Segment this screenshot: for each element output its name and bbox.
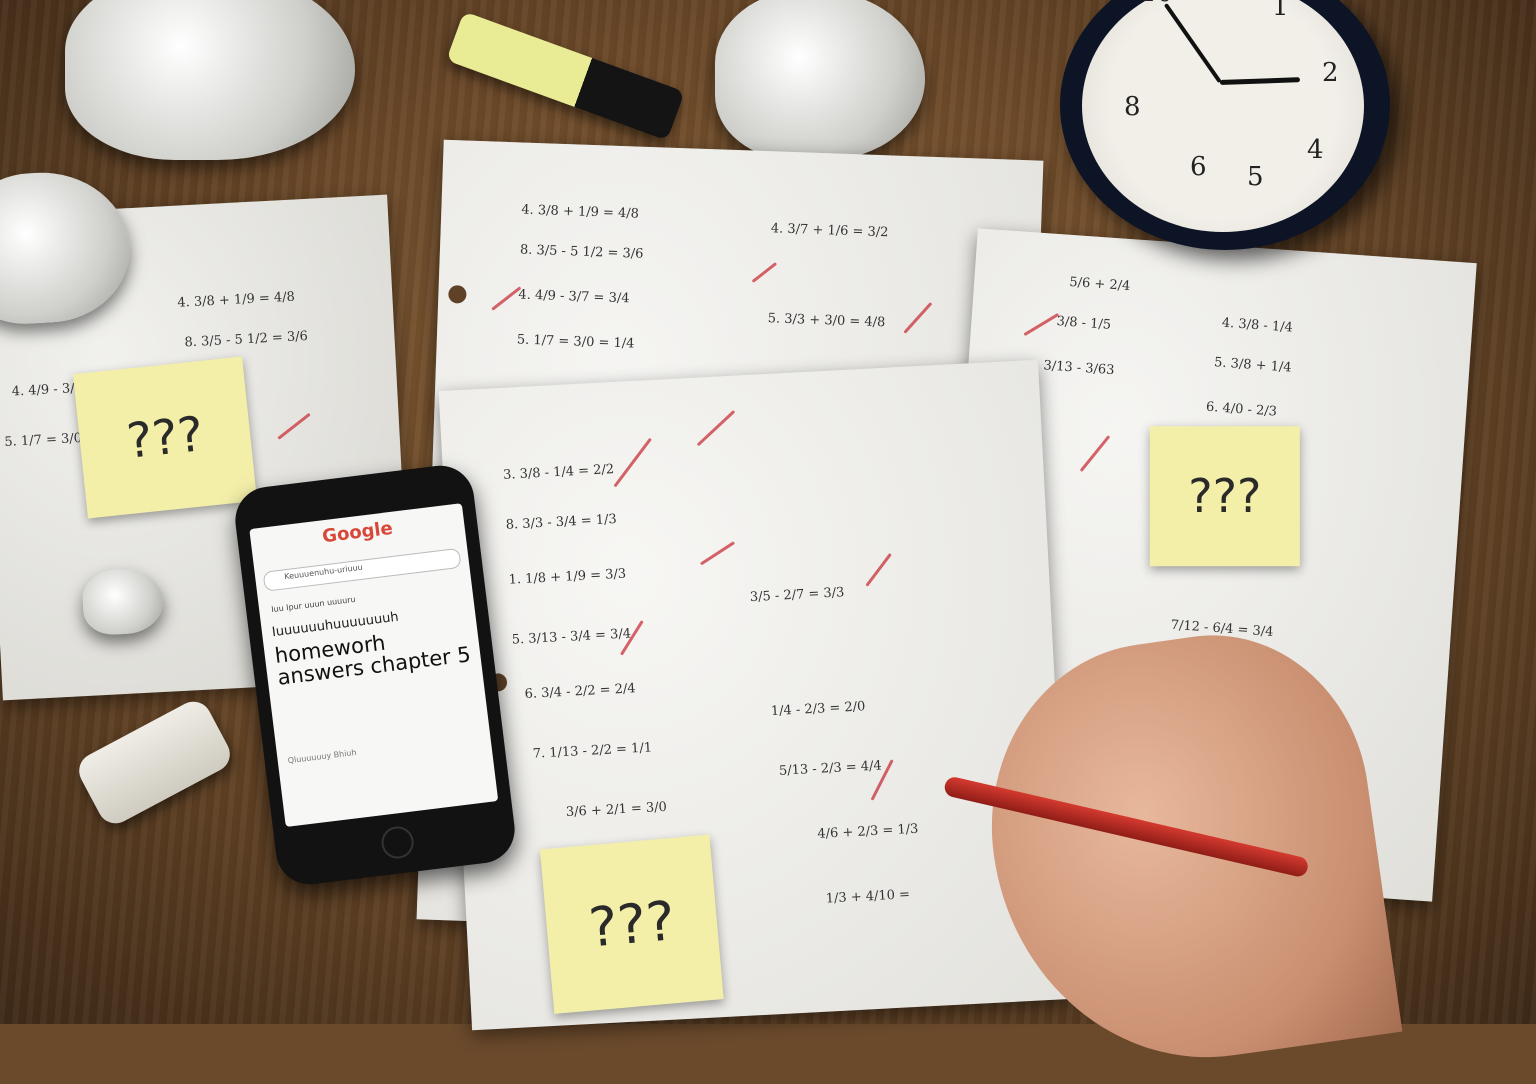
- sticky-note-text: ???: [1188, 469, 1262, 524]
- worksheet-mark: 4. 3/8 - 1/4: [1221, 315, 1294, 336]
- worksheet-mark: 1/3 + 4/10 =: [825, 887, 911, 907]
- sticky-note-text: ???: [124, 405, 206, 470]
- red-check-mark: [865, 552, 892, 587]
- worksheet-mark: 3/13 - 3/63: [1042, 358, 1115, 379]
- sticky-note: ???: [72, 356, 258, 519]
- search-tabs[interactable]: Iuu Ipur uuun uuuuru: [271, 595, 356, 614]
- red-check-mark: [491, 286, 522, 311]
- clock-face: 10 1 2 8 4 6 5: [1082, 0, 1364, 232]
- home-button[interactable]: [379, 824, 416, 861]
- clock-number: 2: [1322, 58, 1339, 88]
- clock-hour-hand: [1219, 77, 1301, 85]
- red-check-mark: [613, 437, 652, 488]
- worksheet-mark: 5. 3/3 + 3/0 = 4/8: [767, 311, 886, 331]
- search-query-text: Keuuuenuhu-uriuuu: [283, 562, 364, 582]
- worksheet-mark: 6. 4/0 - 2/3: [1205, 399, 1278, 420]
- worksheet-mark: 7. 1/13 - 2/2 = 1/1: [532, 740, 653, 762]
- worksheet-mark: 3. 3/8 - 1/4 = 2/2: [502, 462, 615, 483]
- red-check-mark: [696, 410, 736, 447]
- worksheet-mark: 1/4 - 2/3 = 2/0: [770, 699, 866, 720]
- sticky-note: ???: [539, 834, 724, 1014]
- worksheet-mark: 5/13 - 2/3 = 4/4: [778, 758, 883, 779]
- clock-minute-hand: [1163, 3, 1222, 84]
- crumpled-paper-ball: [81, 566, 165, 637]
- worksheet-mark: 1. 1/8 + 1/9 = 3/3: [508, 566, 627, 588]
- punch-hole: [448, 285, 467, 304]
- crumpled-paper: [715, 0, 925, 160]
- red-check-mark: [751, 262, 778, 283]
- clock-number: 1: [1272, 0, 1289, 22]
- worksheet-mark: 4. 3/8 + 1/9 = 4/8: [177, 289, 296, 311]
- result-footer: Qluuuuuuy Bhiuh: [287, 747, 357, 766]
- clock-number: 4: [1307, 135, 1324, 165]
- worksheet-mark: 3/5 - 2/7 = 3/3: [749, 585, 845, 606]
- clock-number: 6: [1190, 152, 1207, 182]
- search-input[interactable]: Keuuuenuhu-uriuuu: [262, 547, 462, 592]
- worksheet-mark: 5/6 + 2/4: [1068, 274, 1131, 295]
- worksheet-mark: 8. 3/5 - 5 1/2 = 3/6: [519, 242, 644, 262]
- clock-number: 5: [1247, 162, 1264, 192]
- worksheet-front: 3. 3/8 - 1/4 = 2/2 8. 3/3 - 3/4 = 1/3 1.…: [438, 359, 1072, 1031]
- smartphone[interactable]: Google Keuuuenuhu-uriuuu Iuu Ipur uuun u…: [231, 461, 519, 889]
- worksheet-mark: 6. 3/4 - 2/2 = 2/4: [524, 681, 637, 703]
- worksheet-mark: 3/8 - 1/5: [1056, 314, 1112, 333]
- red-check-mark: [699, 541, 736, 566]
- red-check-mark: [1023, 312, 1060, 337]
- red-check-mark: [1079, 435, 1111, 472]
- phone-screen[interactable]: Google Keuuuenuhu-uriuuu Iuu Ipur uuun u…: [249, 503, 499, 827]
- worksheet-mark: 8. 3/3 - 3/4 = 1/3: [505, 512, 618, 533]
- clock-number: 8: [1124, 92, 1141, 122]
- worksheet-mark: 4/6 + 2/3 = 1/3: [816, 821, 919, 842]
- worksheet-mark: 5. 3/8 + 1/4: [1213, 355, 1293, 376]
- worksheet-mark: 3/6 + 2/1 = 3/0: [565, 799, 668, 821]
- sticky-note: ???: [1149, 426, 1300, 567]
- red-check-mark: [903, 302, 933, 334]
- sticky-note-text: ???: [586, 889, 678, 960]
- worksheet-mark: 4. 3/7 + 1/6 = 3/2: [770, 221, 889, 241]
- red-check-mark: [277, 412, 311, 440]
- worksheet-mark: 5. 1/7 = 3/0 = 1/4: [516, 332, 635, 352]
- worksheet-mark: 8. 3/5 - 5 1/2 = 3/6: [184, 328, 309, 351]
- search-engine-logo: Google: [321, 517, 394, 548]
- worksheet-mark: 4. 3/8 + 1/9 = 4/8: [521, 202, 640, 222]
- worksheet-mark: 5. 3/13 - 3/4 = 3/4: [511, 626, 632, 648]
- worksheet-mark: 4. 4/9 - 3/7 = 3/4: [518, 287, 630, 307]
